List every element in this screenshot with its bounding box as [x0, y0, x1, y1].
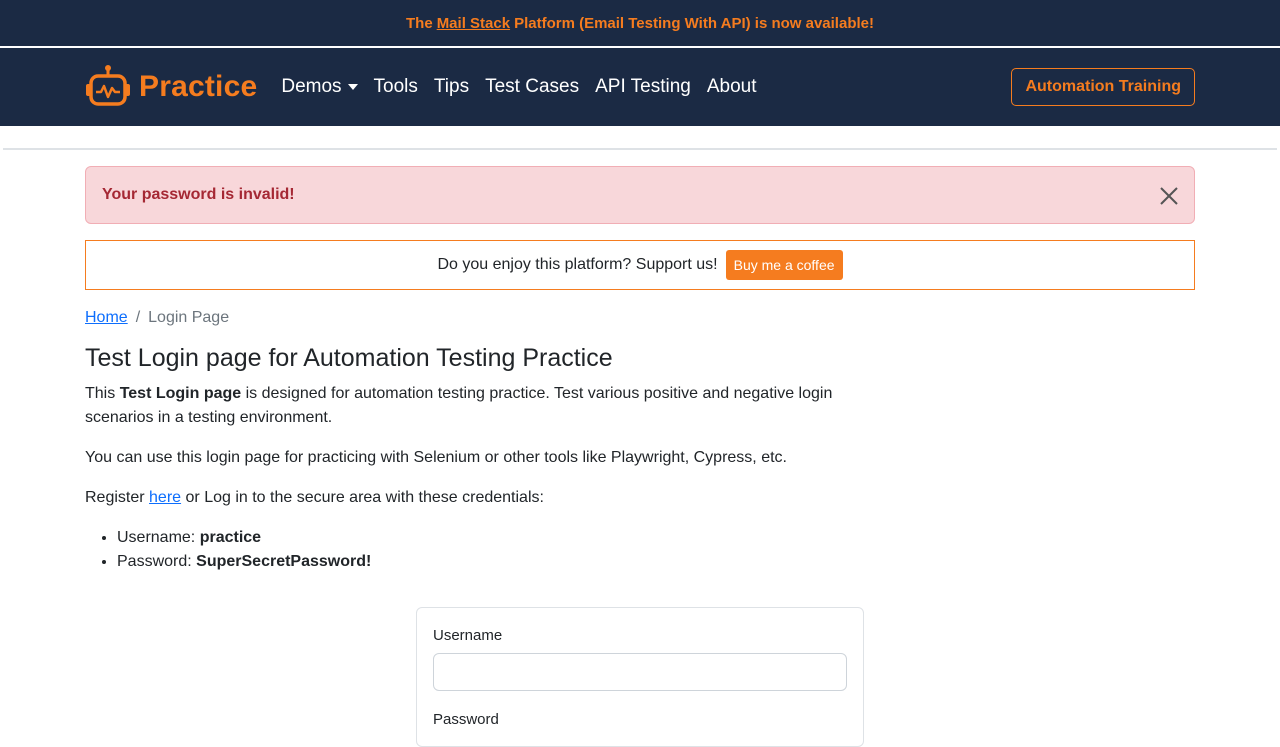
breadcrumb-home[interactable]: Home [85, 309, 128, 327]
nav-item-label: About [706, 76, 757, 97]
nav-item-api-testing[interactable]: API Testing [587, 76, 699, 98]
breadcrumb: Home / Login Page [85, 309, 1195, 327]
nav-item-label: Tools [373, 76, 418, 97]
announcement-prefix: The [406, 14, 433, 32]
brand-name: Practice [139, 70, 258, 103]
support-banner: Do you enjoy this platform? Support us! … [85, 240, 1195, 290]
nav-item-test-cases[interactable]: Test Cases [477, 76, 587, 98]
error-alert: Your password is invalid! [85, 166, 1195, 224]
main-nav: Demos Tools Tips Test Cases API Testing … [273, 76, 764, 98]
alert-message: Your password is invalid! [102, 186, 295, 203]
password-cred-value: SuperSecretPassword! [196, 553, 372, 570]
list-item: Username: practice [117, 526, 1195, 550]
nav-item-demos[interactable]: Demos [273, 76, 365, 98]
intro-paragraph: This Test Login page is designed for aut… [85, 382, 905, 430]
announcement-suffix: Platform (Email Testing With API) is now… [514, 14, 874, 32]
register-paragraph: Register here or Log in to the secure ar… [85, 486, 1195, 510]
divider [3, 148, 1277, 150]
register-suffix: or Log in to the secure area with these … [185, 489, 544, 506]
register-link[interactable]: here [149, 489, 181, 506]
username-cred-label: Username: [117, 529, 196, 546]
login-form: Username Password [416, 607, 864, 747]
robot-logo-icon [85, 64, 131, 111]
nav-item-label: Demos [281, 76, 342, 97]
nav-item-label: Tips [433, 76, 470, 97]
nav-item-label: API Testing [595, 76, 691, 97]
password-cred-label: Password: [117, 553, 192, 570]
breadcrumb-current: Login Page [148, 309, 230, 326]
chevron-down-icon [347, 84, 358, 90]
register-prefix: Register [85, 489, 145, 506]
nav-item-label: Test Cases [485, 76, 580, 97]
page-title: Test Login page for Automation Testing P… [85, 344, 613, 372]
intro-bold: Test Login page [119, 385, 242, 402]
announcement-bar: The Mail Stack Platform (Email Testing W… [0, 0, 1280, 48]
nav-item-tips[interactable]: Tips [426, 76, 477, 98]
navbar: Practice Demos Tools Tips Test Cases API… [0, 48, 1280, 126]
credentials-list: Username: practice Password: SuperSecret… [85, 526, 1195, 574]
list-item: Password: SuperSecretPassword! [117, 550, 1195, 574]
nav-item-tools[interactable]: Tools [366, 76, 426, 98]
username-label: Username [433, 627, 503, 644]
username-input[interactable] [433, 653, 847, 691]
breadcrumb-separator: / [135, 309, 141, 326]
support-text: Do you enjoy this platform? Support us! [437, 256, 718, 273]
brand-link[interactable]: Practice [85, 64, 257, 111]
nav-item-about[interactable]: About [699, 76, 765, 98]
buy-coffee-button[interactable]: Buy me a coffee [725, 250, 843, 280]
announcement-link[interactable]: Mail Stack [437, 15, 510, 32]
tools-paragraph: You can use this login page for practici… [85, 449, 787, 466]
main-content: Your password is invalid! Do you enjoy t… [85, 166, 1195, 747]
username-cred-value: practice [199, 529, 262, 546]
automation-training-button[interactable]: Automation Training [1011, 68, 1195, 106]
intro-prefix: This [85, 385, 116, 402]
close-icon[interactable] [1158, 185, 1180, 207]
